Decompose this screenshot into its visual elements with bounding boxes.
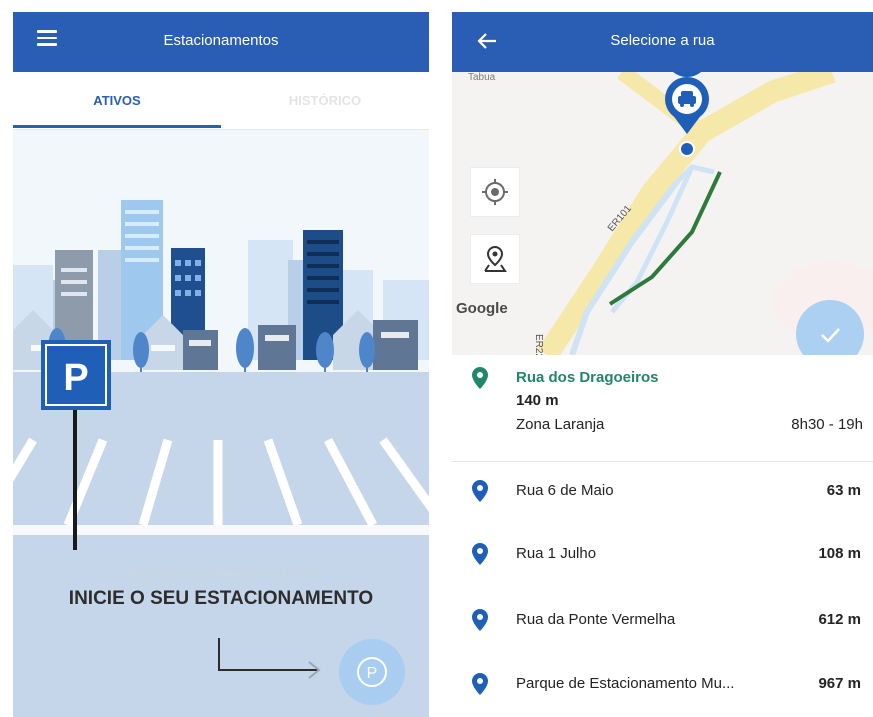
tab-historico[interactable]: HISTÓRICO xyxy=(221,72,429,129)
location-pin-icon xyxy=(472,367,488,389)
location-pin-icon xyxy=(472,609,488,631)
street-list-item[interactable]: Rua da Ponte Vermelha 612 m xyxy=(452,591,873,651)
street-name: Parque de Estacionamento Mu... xyxy=(516,675,735,692)
tab-ativos[interactable]: ATIVOS xyxy=(13,72,221,129)
tab-indicator xyxy=(13,125,221,128)
map-pin-person-button[interactable] xyxy=(470,234,520,284)
road-label-er222: ER222 xyxy=(533,334,544,355)
street-name: Rua 6 de Maio xyxy=(516,482,614,499)
location-pin-icon xyxy=(472,673,488,695)
my-location-button[interactable] xyxy=(470,167,520,217)
street-list-item[interactable]: Rua 1 Julho 108 m xyxy=(452,525,873,585)
street-name: Rua 1 Julho xyxy=(516,545,597,562)
app-bar: Estacionamentos xyxy=(13,12,429,72)
selected-street-name: Rua dos Dragoeiros xyxy=(516,369,659,386)
map-view[interactable]: ER101 ER222 Tabua Google xyxy=(452,72,873,355)
street-distance: 967 m xyxy=(818,675,861,692)
confirm-fab[interactable] xyxy=(796,300,864,355)
svg-text:P: P xyxy=(367,665,378,682)
location-pin-icon xyxy=(472,543,488,565)
place-label: Tabua xyxy=(468,72,496,83)
map-pin-person-icon xyxy=(484,245,507,272)
my-location-icon xyxy=(482,179,508,205)
screen-title: Estacionamentos xyxy=(163,32,279,49)
selected-street-zone: Zona Laranja xyxy=(516,416,605,433)
empty-state-message: NÃO TEM ESTACIONAMENTOS ATIVOS xyxy=(125,569,317,580)
city-parking-illustration: P xyxy=(13,130,429,717)
google-logo: Google xyxy=(456,300,508,317)
selected-street-distance: 140 m xyxy=(516,392,559,409)
street-distance: 612 m xyxy=(818,611,861,628)
selected-street-hours: 8h30 - 19h xyxy=(791,416,863,433)
parking-list-screen: Estacionamentos ATIVOS HISTÓRICO P NÃO T… xyxy=(13,12,429,717)
street-list-item[interactable]: Parque de Estacionamento Mu... 967 m xyxy=(452,655,873,715)
location-pin-icon xyxy=(472,480,488,502)
start-parking-fab[interactable]: P xyxy=(339,639,405,705)
street-name: Rua da Ponte Vermelha xyxy=(516,611,676,628)
tab-bar: ATIVOS HISTÓRICO xyxy=(13,72,429,130)
street-distance: 108 m xyxy=(818,545,861,562)
selected-street-item[interactable]: Rua dos Dragoeiros 140 m Zona Laranja 8h… xyxy=(452,355,873,462)
parking-circle-icon: P xyxy=(357,657,387,687)
street-distance: 63 m xyxy=(826,482,861,499)
app-bar: Selecione a rua xyxy=(452,12,873,72)
parking-sign-letter: P xyxy=(63,357,88,399)
select-street-screen: Selecione a rua ER101 ER222 Tabua Google… xyxy=(452,12,873,717)
screen-title: Selecione a rua xyxy=(610,32,715,49)
start-parking-heading: INICIE O SEU ESTACIONAMENTO xyxy=(68,588,374,609)
check-icon xyxy=(821,328,840,343)
street-list-item[interactable]: Rua 6 de Maio 63 m xyxy=(452,462,873,522)
empty-state-illustration: P xyxy=(13,130,429,717)
